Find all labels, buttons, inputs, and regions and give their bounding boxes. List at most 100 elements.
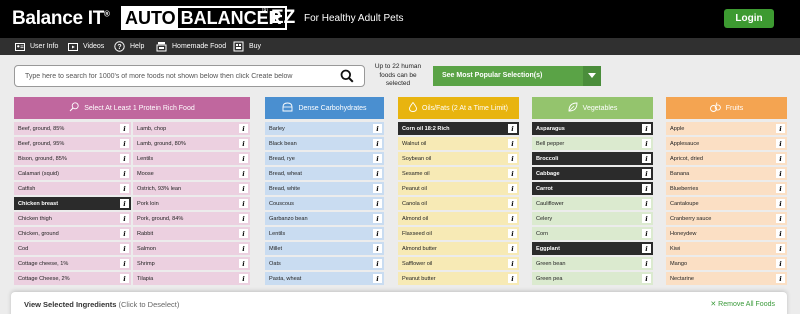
chevron-down-icon[interactable]: [583, 66, 601, 86]
info-icon[interactable]: i: [373, 244, 382, 253]
info-icon[interactable]: i: [508, 154, 517, 163]
food-item[interactable]: Sesame oil i: [398, 167, 519, 180]
selected-ingredients-title[interactable]: View Selected Ingredients (Click to Dese…: [24, 300, 179, 309]
nav-buy[interactable]: Buy: [233, 40, 261, 53]
food-item[interactable]: Bell pepper i: [532, 137, 653, 150]
info-icon[interactable]: i: [642, 139, 651, 148]
info-icon[interactable]: i: [120, 139, 129, 148]
nav-videos[interactable]: Videos: [67, 40, 104, 53]
info-icon[interactable]: i: [508, 124, 517, 133]
info-icon[interactable]: i: [239, 169, 248, 178]
food-item[interactable]: Green bean i: [532, 257, 653, 270]
food-item[interactable]: Peanut butter i: [398, 272, 519, 285]
food-item[interactable]: Corn i: [532, 227, 653, 240]
food-item[interactable]: Shrimp i: [133, 257, 250, 270]
info-icon[interactable]: i: [642, 229, 651, 238]
info-icon[interactable]: i: [642, 259, 651, 268]
food-item[interactable]: Lamb, ground, 80% i: [133, 137, 250, 150]
info-icon[interactable]: i: [508, 184, 517, 193]
info-icon[interactable]: i: [239, 154, 248, 163]
popular-selection-dropdown[interactable]: See Most Popular Selection(s): [433, 66, 601, 86]
food-item[interactable]: Garbanzo bean i: [265, 212, 384, 225]
remove-all-foods-link[interactable]: ✕ Remove All Foods: [710, 300, 775, 308]
info-icon[interactable]: i: [776, 259, 785, 268]
food-item[interactable]: Corn oil 18:2 Rich i: [398, 122, 519, 135]
brand-logo[interactable]: Balance IT®: [12, 8, 110, 30]
food-item[interactable]: Beef, ground, 95% i: [14, 137, 131, 150]
food-item[interactable]: Bison, ground, 85% i: [14, 152, 131, 165]
food-item[interactable]: Lentils i: [265, 227, 384, 240]
info-icon[interactable]: i: [120, 229, 129, 238]
food-item[interactable]: Lentils i: [133, 152, 250, 165]
info-icon[interactable]: i: [239, 259, 248, 268]
login-button[interactable]: Login: [724, 9, 774, 28]
info-icon[interactable]: i: [642, 124, 651, 133]
food-item[interactable]: Bread, wheat i: [265, 167, 384, 180]
food-item[interactable]: Chicken thigh i: [14, 212, 131, 225]
info-icon[interactable]: i: [373, 214, 382, 223]
info-icon[interactable]: i: [120, 259, 129, 268]
info-icon[interactable]: i: [508, 229, 517, 238]
info-icon[interactable]: i: [120, 184, 129, 193]
food-item[interactable]: Lamb, chop i: [133, 122, 250, 135]
info-icon[interactable]: i: [120, 274, 129, 283]
food-item[interactable]: Pork, ground, 84% i: [133, 212, 250, 225]
info-icon[interactable]: i: [642, 214, 651, 223]
food-item[interactable]: Almond oil i: [398, 212, 519, 225]
selected-ingredients-panel[interactable]: View Selected Ingredients (Click to Dese…: [11, 292, 787, 314]
food-item[interactable]: Kiwi i: [666, 242, 787, 255]
food-item[interactable]: Barley i: [265, 122, 384, 135]
info-icon[interactable]: i: [508, 244, 517, 253]
info-icon[interactable]: i: [508, 214, 517, 223]
info-icon[interactable]: i: [508, 169, 517, 178]
food-item[interactable]: Couscous i: [265, 197, 384, 210]
info-icon[interactable]: i: [776, 124, 785, 133]
food-item[interactable]: Oats i: [265, 257, 384, 270]
info-icon[interactable]: i: [373, 124, 382, 133]
search-input[interactable]: [25, 70, 335, 83]
info-icon[interactable]: i: [120, 199, 129, 208]
food-item[interactable]: Calamari (squid) i: [14, 167, 131, 180]
food-item[interactable]: Rabbit i: [133, 227, 250, 240]
nav-homemade-food[interactable]: Homemade Food: [156, 40, 226, 53]
food-item[interactable]: Bread, white i: [265, 182, 384, 195]
food-item[interactable]: Chicken breast i: [14, 197, 131, 210]
info-icon[interactable]: i: [373, 229, 382, 238]
info-icon[interactable]: i: [642, 184, 651, 193]
info-icon[interactable]: i: [120, 169, 129, 178]
food-item[interactable]: Apricot, dried i: [666, 152, 787, 165]
food-item[interactable]: Broccoli i: [532, 152, 653, 165]
food-item[interactable]: Pasta, wheat i: [265, 272, 384, 285]
info-icon[interactable]: i: [373, 199, 382, 208]
info-icon[interactable]: i: [508, 259, 517, 268]
food-item[interactable]: Cottage Cheese, 2% i: [14, 272, 131, 285]
info-icon[interactable]: i: [373, 139, 382, 148]
info-icon[interactable]: i: [776, 199, 785, 208]
food-item[interactable]: Carrot i: [532, 182, 653, 195]
food-item[interactable]: Banana i: [666, 167, 787, 180]
food-item[interactable]: Chicken, ground i: [14, 227, 131, 240]
info-icon[interactable]: i: [373, 184, 382, 193]
info-icon[interactable]: i: [508, 274, 517, 283]
food-item[interactable]: Ostrich, 93% lean i: [133, 182, 250, 195]
food-item[interactable]: Almond butter i: [398, 242, 519, 255]
food-item[interactable]: Nectarine i: [666, 272, 787, 285]
info-icon[interactable]: i: [776, 214, 785, 223]
food-item[interactable]: Moose i: [133, 167, 250, 180]
info-icon[interactable]: i: [642, 154, 651, 163]
info-icon[interactable]: i: [239, 274, 248, 283]
info-icon[interactable]: i: [239, 244, 248, 253]
food-item[interactable]: Blueberries i: [666, 182, 787, 195]
food-item[interactable]: Millet i: [265, 242, 384, 255]
info-icon[interactable]: i: [239, 214, 248, 223]
info-icon[interactable]: i: [642, 199, 651, 208]
food-item[interactable]: Cantaloupe i: [666, 197, 787, 210]
info-icon[interactable]: i: [776, 184, 785, 193]
food-item[interactable]: Flaxseed oil i: [398, 227, 519, 240]
info-icon[interactable]: i: [120, 214, 129, 223]
info-icon[interactable]: i: [776, 139, 785, 148]
food-item[interactable]: Salmon i: [133, 242, 250, 255]
info-icon[interactable]: i: [373, 274, 382, 283]
info-icon[interactable]: i: [239, 124, 248, 133]
search-icon[interactable]: [340, 69, 354, 83]
